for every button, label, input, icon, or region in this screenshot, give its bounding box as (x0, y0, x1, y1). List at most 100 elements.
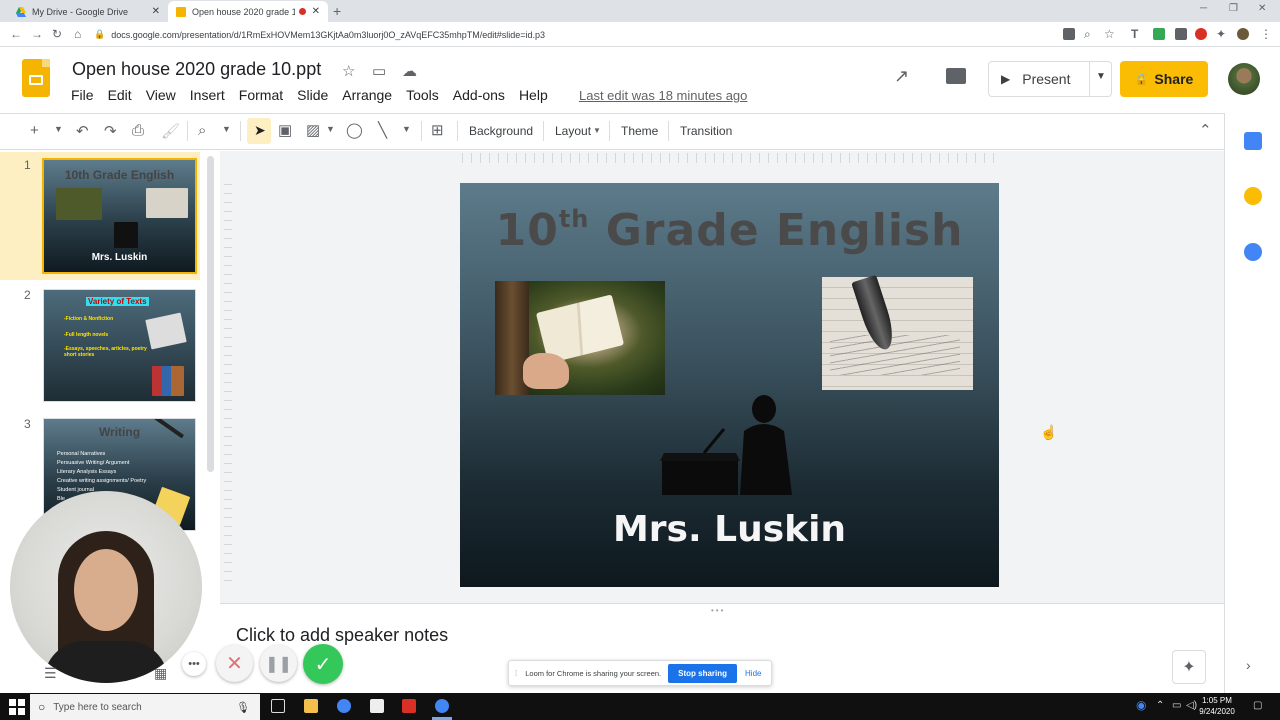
menu-add-ons[interactable]: Add-ons (453, 87, 505, 103)
slide-title[interactable]: 10th Grade English (460, 205, 999, 256)
notes-divider[interactable] (220, 603, 1224, 604)
expand-side-panel-chevron-icon[interactable]: › (1246, 657, 1251, 673)
star-icon[interactable]: ☆ (342, 62, 355, 80)
document-taskbar-icon[interactable] (370, 699, 384, 713)
tasks-icon[interactable] (1244, 243, 1262, 261)
redo-icon[interactable]: ↷ (104, 122, 117, 140)
slide-thumbnail-2[interactable]: Variety of Texts -Fiction & Nonfiction -… (43, 289, 196, 402)
help-tray-icon[interactable]: ◉ (1136, 698, 1146, 712)
undo-icon[interactable]: ↶ (76, 122, 89, 140)
restore-icon[interactable]: ❐ (1229, 3, 1238, 14)
book-photo[interactable] (495, 281, 665, 395)
chrome-menu-icon[interactable]: ⋮ (1260, 27, 1272, 41)
shape-icon[interactable]: ◯ (346, 121, 363, 139)
last-edit-link[interactable]: Last edit was 18 minutes ago (579, 88, 747, 103)
menu-edit[interactable]: Edit (108, 87, 132, 103)
slide-subtitle[interactable]: Mrs. Luskin (460, 509, 999, 550)
text-box-icon[interactable]: ▣ (278, 121, 292, 139)
paint-format-icon[interactable]: 🖌 (161, 122, 180, 140)
zoom-icon[interactable]: ⌕ (198, 122, 206, 139)
slide-thumbnail-1[interactable]: 10th Grade English Mrs. Luskin (42, 158, 197, 274)
extensions-puzzle-icon[interactable]: ✦ (1216, 27, 1226, 41)
menu-insert[interactable]: Insert (190, 87, 225, 103)
transition-button[interactable]: Transition (680, 124, 732, 138)
notes-resize-handle-icon[interactable]: ••• (711, 606, 725, 615)
explore-button[interactable]: ✦ (1172, 650, 1206, 684)
zoom-icon[interactable]: ⌕ (1084, 27, 1091, 42)
share-button[interactable]: 🔒 Share (1120, 61, 1208, 97)
present-button[interactable]: ▶ Present ▼ (988, 61, 1112, 97)
reload-icon[interactable]: ↻ (52, 27, 62, 41)
new-slide-chevron-icon[interactable]: ▼ (54, 124, 63, 134)
volume-icon[interactable]: ◁) (1186, 700, 1197, 711)
filmstrip-view-icon[interactable]: ☰ (44, 665, 57, 682)
insert-comment-icon[interactable]: ⊞ (431, 121, 444, 139)
image-chevron-icon[interactable]: ▼ (326, 124, 335, 134)
layout-button[interactable]: Layout (555, 124, 591, 138)
tab-open-house[interactable]: Open house 2020 grade 10.pptx ✕ (168, 1, 328, 22)
task-view-icon[interactable] (271, 699, 285, 713)
back-icon[interactable]: ← (10, 27, 22, 41)
menu-slide[interactable]: Slide (297, 87, 328, 103)
activity-dashboard-icon[interactable]: ↗ (894, 66, 909, 87)
menu-file[interactable]: File (71, 87, 94, 103)
loom-extension-icon[interactable] (1195, 28, 1207, 40)
close-tab-icon[interactable]: ✕ (152, 6, 160, 17)
profile-avatar[interactable] (1237, 28, 1249, 40)
menu-help[interactable]: Help (519, 87, 548, 103)
show-hidden-icons-chevron-icon[interactable]: ⌃ (1156, 700, 1164, 711)
microphone-icon[interactable]: 🎙 (236, 701, 250, 714)
speaker-notes-field[interactable]: Click to add speaker notes (236, 625, 448, 646)
loom-webcam-bubble[interactable] (10, 491, 202, 683)
bookmark-star-icon[interactable]: ☆ (1104, 27, 1115, 41)
loom-pause-button[interactable]: ❚❚ (260, 645, 297, 682)
windows-start-icon[interactable] (9, 699, 25, 715)
minimize-icon[interactable]: ─ (1200, 3, 1207, 14)
taskbar-search-box[interactable]: ○ Type here to search 🎙 (30, 694, 260, 720)
omnibox[interactable]: 🔒 docs.google.com/presentation/d/1RmExHO… (94, 25, 1124, 44)
document-title[interactable]: Open house 2020 grade 10.ppt (72, 59, 321, 80)
hide-button[interactable]: Hide (745, 669, 761, 678)
new-tab-button[interactable]: + (333, 3, 341, 19)
theme-button[interactable]: Theme (621, 124, 658, 138)
line-icon[interactable]: ╲ (378, 121, 387, 139)
loom-finish-button[interactable]: ✓ (303, 644, 343, 684)
collapse-toolbar-chevron-icon[interactable]: ⌃ (1199, 121, 1212, 139)
calendar-icon[interactable] (1244, 132, 1262, 150)
forward-icon[interactable]: → (31, 27, 43, 41)
extension-grid-icon[interactable] (1175, 28, 1187, 40)
close-window-icon[interactable]: ✕ (1258, 3, 1266, 14)
camera-icon[interactable] (1063, 28, 1075, 40)
speaker-silhouette-image[interactable] (660, 395, 800, 495)
notifications-icon[interactable]: ▢ (1253, 700, 1262, 711)
select-tool[interactable]: ➤ (247, 118, 271, 144)
file-explorer-icon[interactable] (304, 699, 318, 713)
stop-sharing-button[interactable]: Stop sharing (668, 663, 738, 683)
loom-cancel-button[interactable]: ✕ (216, 645, 253, 682)
extension-t-icon[interactable]: T (1131, 27, 1138, 41)
menu-tools[interactable]: Tools (406, 87, 439, 103)
menu-view[interactable]: View (146, 87, 176, 103)
extension-green-icon[interactable] (1153, 28, 1165, 40)
account-avatar[interactable] (1228, 63, 1260, 95)
gmail-taskbar-icon[interactable] (402, 699, 416, 713)
background-button[interactable]: Background (469, 124, 533, 138)
move-folder-icon[interactable]: ▭ (372, 62, 386, 80)
present-options-chevron-icon[interactable]: ▼ (1096, 71, 1106, 82)
zoom-chevron-icon[interactable]: ▼ (222, 124, 231, 134)
grid-view-icon[interactable]: ▦ (154, 665, 167, 682)
close-tab-icon[interactable]: ✕ (312, 6, 320, 17)
tab-my-drive[interactable]: My Drive - Google Drive ✕ (8, 1, 168, 22)
slides-logo-icon[interactable] (22, 59, 50, 97)
drag-handle-icon[interactable]: ⁞ (515, 669, 517, 678)
new-slide-icon[interactable]: + (30, 122, 39, 139)
comments-icon[interactable] (946, 68, 966, 84)
print-icon[interactable]: ⎙ (132, 122, 144, 139)
loom-more-button[interactable]: ••• (182, 652, 206, 676)
filmstrip-scrollbar[interactable] (207, 156, 214, 472)
chrome-active-taskbar-icon[interactable] (435, 699, 449, 713)
taskbar-clock[interactable]: 1:05 PM 9/24/2020 (1198, 695, 1236, 717)
line-chevron-icon[interactable]: ▼ (402, 124, 411, 134)
home-icon[interactable]: ⌂ (74, 27, 81, 41)
layout-chevron-icon[interactable]: ▼ (593, 126, 601, 135)
